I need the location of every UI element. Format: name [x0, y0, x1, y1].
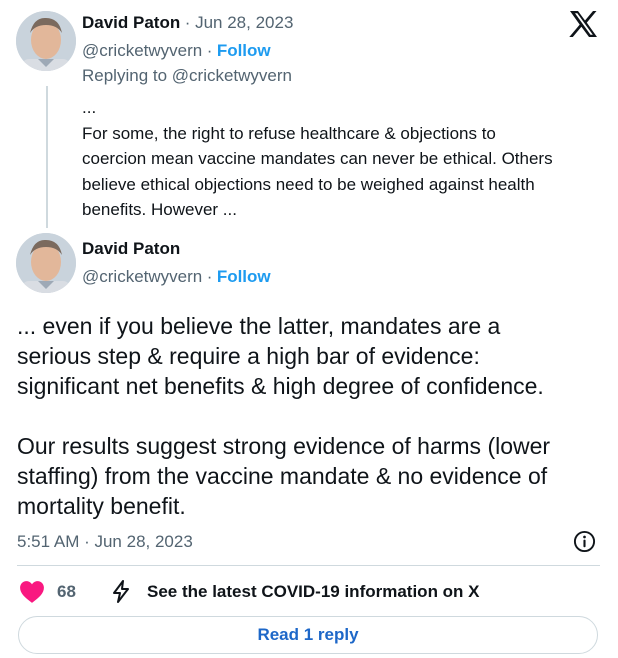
author-avatar[interactable]: [16, 11, 76, 71]
read-replies-button[interactable]: Read 1 reply: [18, 616, 598, 654]
avatar-photo: [16, 11, 76, 71]
lightning-icon[interactable]: [109, 579, 133, 609]
main-tweet-text: ... even if you believe the latter, mand…: [17, 313, 551, 519]
read-replies-label: Read 1 reply: [257, 625, 359, 644]
author-handle[interactable]: @cricketwyvern: [82, 267, 202, 286]
separator-dot: ·: [206, 267, 213, 286]
author-name[interactable]: David Paton: [82, 13, 180, 32]
replying-to-label[interactable]: Replying to @cricketwyvern: [82, 66, 292, 86]
covid-info-link[interactable]: See the latest COVID-19 information on X: [147, 582, 480, 602]
follow-button[interactable]: Follow: [217, 267, 271, 286]
likes-count[interactable]: 68: [57, 582, 76, 602]
avatar-photo: [16, 233, 76, 293]
tweet-timestamp[interactable]: 5:51 AM · Jun 28, 2023: [17, 532, 193, 552]
quoted-tweet-header: David Paton · Jun 28, 2023: [82, 13, 293, 33]
lightning-shape: [113, 580, 129, 603]
author-name[interactable]: David Paton: [82, 239, 180, 259]
author-handle[interactable]: @cricketwyvern: [82, 41, 202, 60]
info-icon[interactable]: [573, 530, 596, 558]
follow-button[interactable]: Follow: [217, 41, 271, 60]
heart-icon[interactable]: [19, 580, 45, 609]
heart-shape: [20, 581, 44, 603]
info-shape: [573, 530, 596, 553]
divider: [17, 565, 600, 566]
quoted-tweet-text: ... For some, the right to refuse health…: [82, 98, 553, 219]
separator-dot: ·: [206, 41, 213, 60]
x-logo-shape: [569, 11, 597, 37]
author-avatar[interactable]: [16, 233, 76, 293]
tweet-date[interactable]: · Jun 28, 2023: [185, 13, 294, 32]
x-logo-icon[interactable]: [568, 10, 598, 43]
main-tweet-handle-row: @cricketwyvern · Follow: [82, 267, 271, 287]
thread-connector-line: [46, 86, 48, 228]
quoted-tweet-handle-row: @cricketwyvern · Follow: [82, 41, 271, 61]
